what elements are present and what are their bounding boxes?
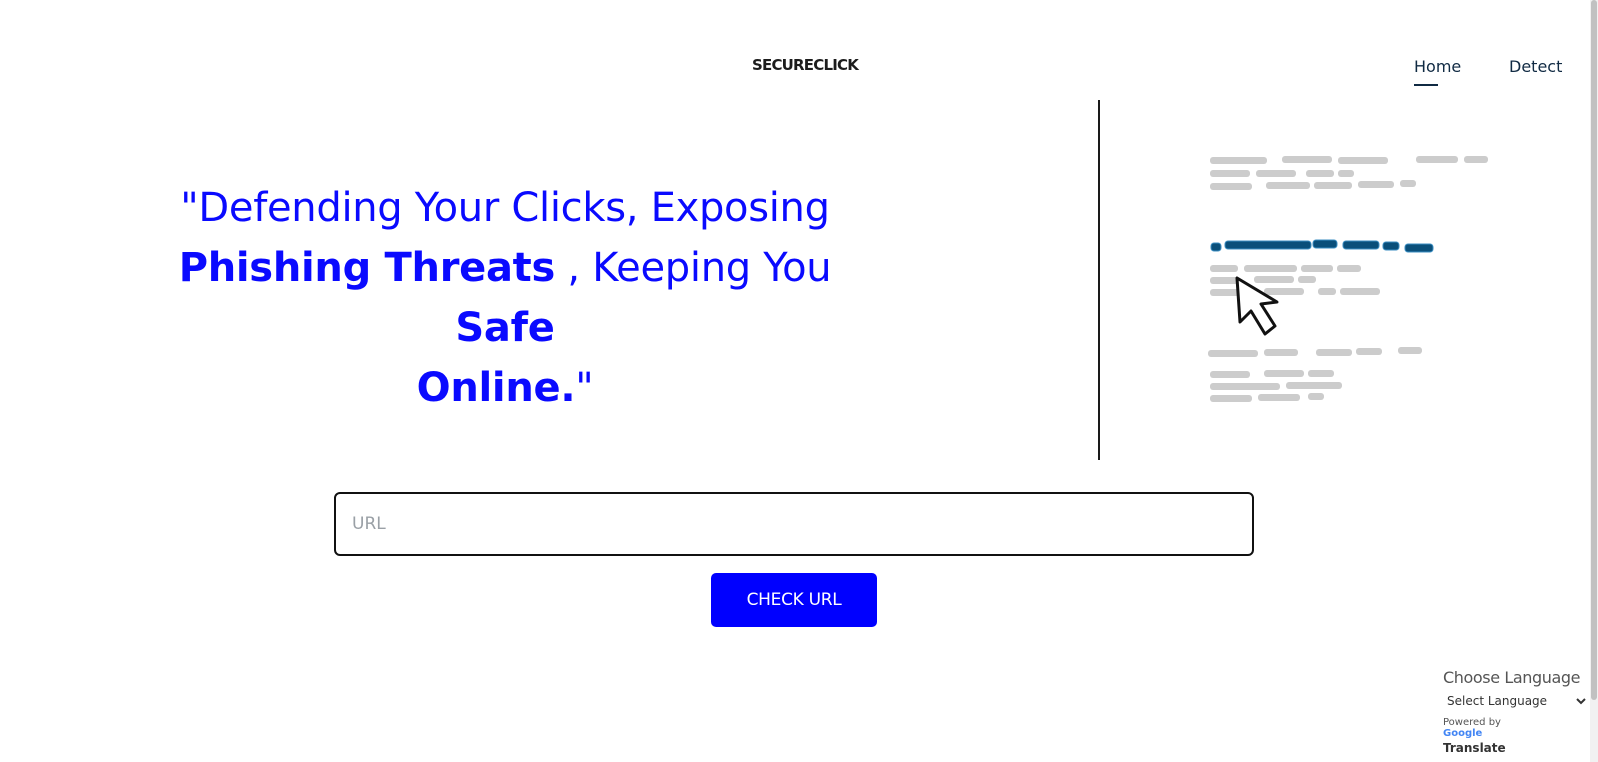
highlighted-link-line xyxy=(1210,239,1434,253)
google-translate-widget: Choose Language Select Language Powered … xyxy=(1443,668,1593,755)
choose-language-label: Choose Language xyxy=(1443,668,1581,687)
page: SECURECLICK Home Detect "Defending Your … xyxy=(0,0,1598,762)
headline-part-1: "Defending Your Clicks, Exposing xyxy=(180,185,830,231)
check-url-button[interactable]: CHECK URL xyxy=(711,573,877,627)
headline-bold-online: Online. xyxy=(416,365,576,411)
powered-by-label: Powered by xyxy=(1443,717,1501,728)
nav-active-underline xyxy=(1414,84,1438,86)
mouse-cursor-icon xyxy=(1235,276,1279,336)
url-input[interactable] xyxy=(334,492,1254,556)
headline-close-quote: " xyxy=(575,365,594,411)
phishing-link-illustration xyxy=(1208,156,1488,402)
headline-bold-safe: Safe xyxy=(455,305,555,351)
text-placeholder-bars xyxy=(1208,156,1488,402)
scrollbar-thumb[interactable] xyxy=(1591,0,1597,700)
brand-logo[interactable]: SECURECLICK xyxy=(752,56,859,74)
google-logo-text: Google xyxy=(1443,728,1483,739)
translate-link[interactable]: Translate xyxy=(1443,741,1593,755)
headline-part-2: , Keeping You xyxy=(554,245,832,291)
vertical-divider xyxy=(1098,100,1100,460)
nav-detect[interactable]: Detect xyxy=(1509,57,1562,76)
headline-bold-phishing: Phishing Threats xyxy=(178,245,556,291)
hero-headline: "Defending Your Clicks, Exposing Phishin… xyxy=(140,178,870,418)
google-logo[interactable]: Google xyxy=(1443,728,1593,739)
language-select[interactable]: Select Language xyxy=(1443,691,1589,711)
nav-home[interactable]: Home xyxy=(1414,57,1461,76)
